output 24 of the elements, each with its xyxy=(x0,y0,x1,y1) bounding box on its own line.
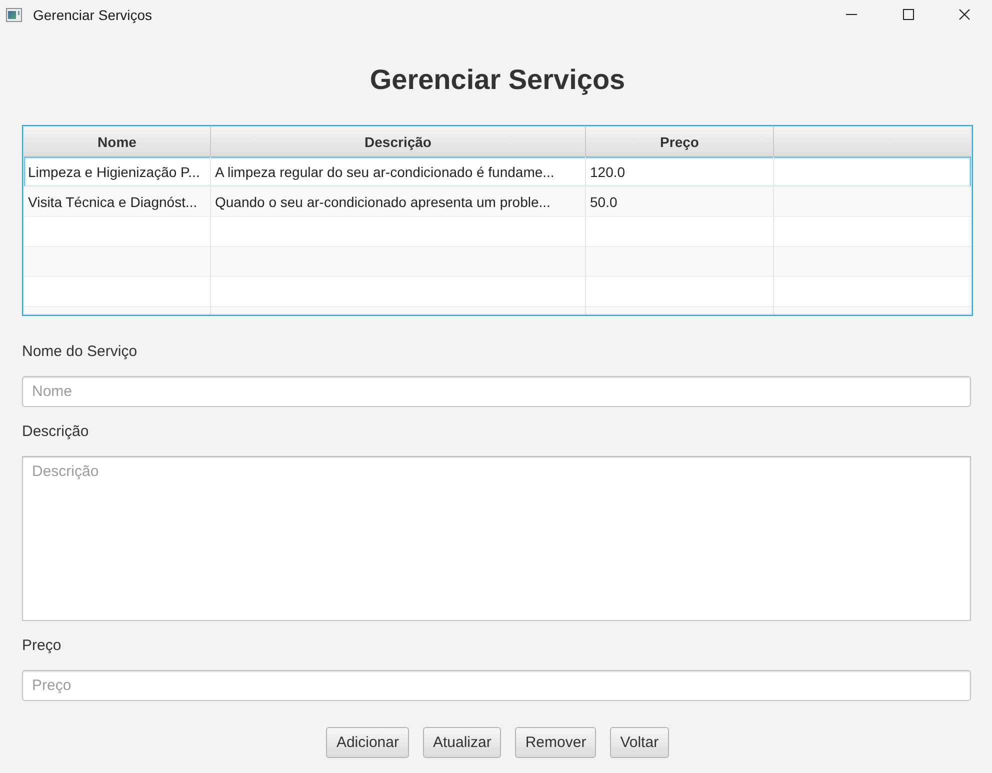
action-button[interactable]: Adicionar xyxy=(326,727,409,758)
page-heading: Gerenciar Serviços xyxy=(370,63,626,97)
field-label: Nome do Serviço xyxy=(22,343,138,361)
action-button[interactable]: Voltar xyxy=(610,727,669,758)
table-cell: 50.0 xyxy=(586,187,774,217)
column-header[interactable]: Descrição xyxy=(211,127,586,156)
table-row[interactable]: Limpeza e Higienização P... A limpeza regular do seu ar-condicionado é fundame... 120.0 xyxy=(24,157,971,187)
window-title: Gerenciar Serviços xyxy=(33,6,152,22)
action-button[interactable]: Atualizar xyxy=(422,727,502,758)
action-button[interactable]: Remover xyxy=(515,727,596,758)
app-icon xyxy=(6,8,22,22)
column-header[interactable]: Preço xyxy=(586,127,774,156)
minimize-icon xyxy=(846,14,857,15)
text-input-field[interactable]: Preço xyxy=(22,670,971,701)
close-icon xyxy=(959,9,970,20)
table-row[interactable]: Visita Técnica e Diagnóst... Quando o seu ar-condicionado apresenta um proble... 50.0 xyxy=(24,187,971,217)
text-input-field[interactable]: Nome xyxy=(22,376,971,407)
field-label: Descrição xyxy=(22,423,89,441)
table-cell: Quando o seu ar-condicionado apresenta um proble... xyxy=(211,187,586,217)
field-label: Preço xyxy=(22,637,62,655)
table-cell: Visita Técnica e Diagnóst... xyxy=(24,187,211,217)
maximize-icon xyxy=(903,9,914,20)
text-area-field[interactable]: Descrição xyxy=(22,456,971,621)
column-header[interactable]: Nome xyxy=(24,127,211,156)
